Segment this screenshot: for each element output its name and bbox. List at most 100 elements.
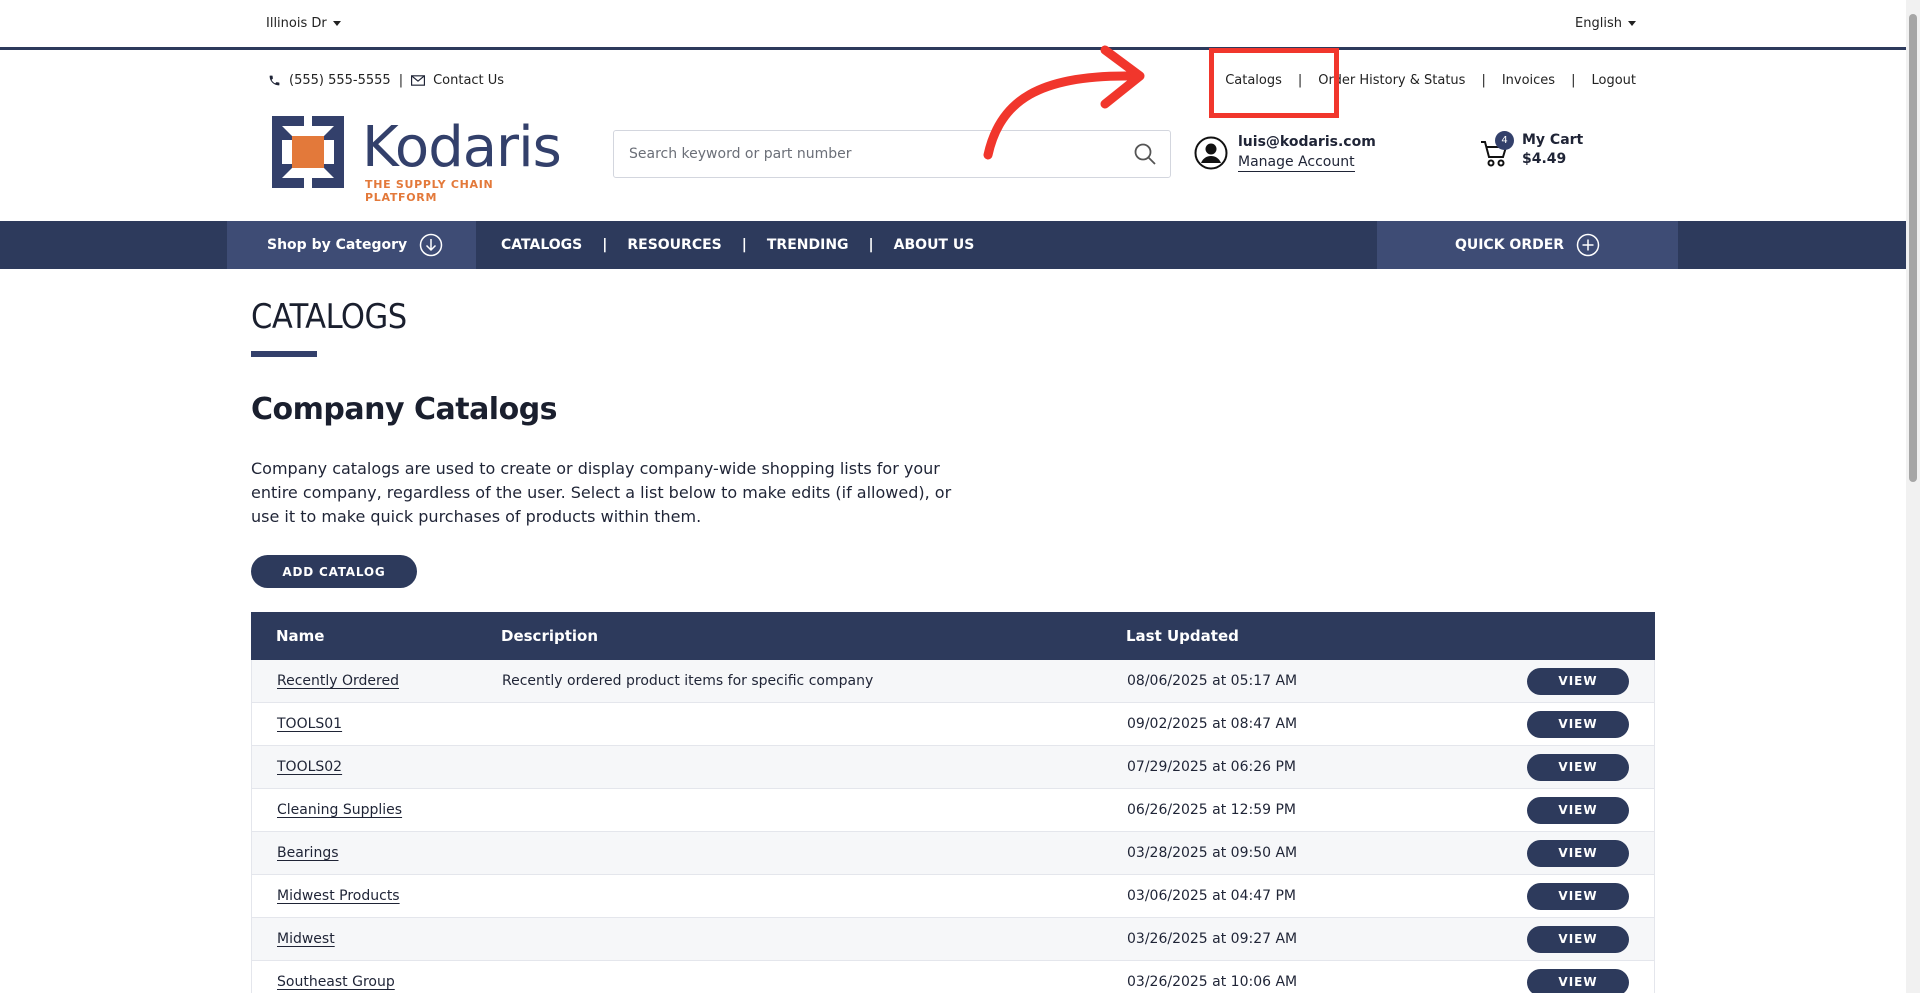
catalog-name-link[interactable]: Bearings: [277, 845, 339, 861]
catalog-name-cell: Southeast Group: [252, 974, 502, 990]
nav-resources[interactable]: RESOURCES: [627, 237, 721, 253]
cart-count-badge: 4: [1495, 130, 1514, 150]
catalog-name-link[interactable]: Midwest Products: [277, 888, 400, 904]
catalog-actions: VIEW: [1497, 968, 1654, 993]
account-text: luis@kodaris.com Manage Account: [1238, 134, 1376, 172]
header-name: Name: [276, 627, 325, 645]
table-row: Midwest Products 03/06/2025 at 04:47 PM VI…: [251, 875, 1655, 918]
caret-down-icon: [1628, 21, 1636, 26]
contact-bar: (555) 555-5555 | Contact Us: [268, 73, 504, 88]
logout-link[interactable]: Logout: [1591, 73, 1636, 88]
catalog-name-cell: Recently Ordered: [252, 673, 502, 689]
title-underline: [251, 351, 317, 357]
nav-links: CATALOGS | RESOURCES | TRENDING | ABOUT …: [501, 221, 974, 269]
table-row: Recently Ordered Recently ordered product…: [251, 660, 1655, 703]
catalog-actions: VIEW: [1497, 710, 1654, 738]
catalog-last-updated: 09/02/2025 at 08:47 AM: [1127, 716, 1298, 732]
site-header: (555) 555-5555 | Contact Us Catalogs | O…: [0, 50, 1906, 221]
separator: |: [602, 237, 608, 253]
phone-number[interactable]: (555) 555-5555: [289, 73, 391, 88]
account-menu[interactable]: luis@kodaris.com Manage Account: [1194, 134, 1376, 172]
nav-trending[interactable]: TRENDING: [767, 237, 849, 253]
catalog-last-updated: 03/26/2025 at 10:06 AM: [1127, 974, 1298, 990]
main-nav: Shop by Category CATALOGS | RESOURCES | …: [0, 221, 1906, 269]
separator: |: [1571, 73, 1576, 88]
catalog-name-link[interactable]: Southeast Group: [277, 974, 395, 990]
catalog-description: Recently ordered product items for speci…: [502, 673, 874, 689]
view-button[interactable]: VIEW: [1527, 839, 1629, 867]
language-label: English: [1575, 16, 1622, 31]
view-button[interactable]: VIEW: [1527, 925, 1629, 953]
section-title: Company Catalogs: [251, 392, 558, 427]
view-button[interactable]: VIEW: [1527, 968, 1629, 993]
language-selector[interactable]: English: [1575, 16, 1636, 31]
page-scrollbar[interactable]: [1906, 0, 1920, 993]
location-selector[interactable]: Illinois Dr: [266, 16, 341, 31]
view-button[interactable]: VIEW: [1527, 753, 1629, 781]
table-body: Recently Ordered Recently ordered product…: [251, 660, 1655, 993]
catalog-name-cell: Midwest Products: [252, 888, 502, 904]
cart-label: My Cart: [1522, 132, 1584, 148]
catalog-actions: VIEW: [1497, 753, 1654, 781]
contact-us-link[interactable]: Contact Us: [433, 73, 504, 88]
catalog-name-cell: Midwest: [252, 931, 502, 947]
view-button[interactable]: VIEW: [1527, 710, 1629, 738]
add-catalog-button[interactable]: ADD CATALOG: [251, 555, 417, 588]
location-label: Illinois Dr: [266, 16, 327, 31]
catalog-name-cell: TOOLS01: [252, 716, 502, 732]
table-header: Name Description Last Updated: [251, 612, 1655, 660]
table-row: Bearings 03/28/2025 at 09:50 AM VIEW: [251, 832, 1655, 875]
separator: |: [868, 237, 874, 253]
quick-order-button[interactable]: QUICK ORDER: [1377, 221, 1678, 269]
phone-icon: [269, 75, 280, 86]
catalog-name-cell: Cleaning Supplies: [252, 802, 502, 818]
catalog-last-updated: 03/28/2025 at 09:50 AM: [1127, 845, 1298, 861]
arrow-down-circle-icon: [419, 233, 443, 257]
catalog-name-link[interactable]: Midwest: [277, 931, 335, 947]
separator: |: [741, 237, 747, 253]
table-row: TOOLS02 07/29/2025 at 06:26 PM VIEW: [251, 746, 1655, 789]
header-last-updated: Last Updated: [1126, 627, 1239, 645]
catalog-name-link[interactable]: Cleaning Supplies: [277, 802, 402, 818]
table-row: Cleaning Supplies 06/26/2025 at 12:59 PM V…: [251, 789, 1655, 832]
account-email: luis@kodaris.com: [1238, 134, 1376, 150]
intro-text: Company catalogs are used to create or d…: [251, 459, 952, 526]
header-description: Description: [501, 627, 599, 645]
catalog-actions: VIEW: [1497, 796, 1654, 824]
cart-total: $4.49: [1522, 151, 1567, 167]
scrollbar-thumb[interactable]: [1909, 14, 1917, 482]
catalog-name-link[interactable]: Recently Ordered: [277, 673, 399, 689]
top-strip: Illinois Dr English: [0, 0, 1906, 50]
view-button[interactable]: VIEW: [1527, 667, 1629, 695]
caret-down-icon: [332, 21, 341, 26]
catalog-actions: VIEW: [1497, 667, 1654, 695]
table-row: TOOLS01 09/02/2025 at 08:47 AM VIEW: [251, 703, 1655, 746]
view-button[interactable]: VIEW: [1527, 796, 1629, 824]
user-icon: [1194, 136, 1228, 170]
annotation-arrow-icon: [983, 45, 1145, 160]
order-history-link[interactable]: Order History & Status: [1318, 73, 1465, 88]
catalog-actions: VIEW: [1497, 882, 1654, 910]
catalog-last-updated: 06/26/2025 at 12:59 PM: [1127, 802, 1296, 818]
manage-account-link[interactable]: Manage Account: [1238, 154, 1355, 172]
mail-icon: [411, 75, 426, 86]
catalog-name-cell: TOOLS02: [252, 759, 502, 775]
separator: |: [398, 73, 404, 88]
catalog-name-cell: Bearings: [252, 845, 502, 861]
nav-catalogs[interactable]: CATALOGS: [501, 237, 582, 253]
logo-wordmark: Kodaris: [362, 115, 562, 180]
catalog-last-updated: 03/26/2025 at 09:27 AM: [1127, 931, 1298, 947]
kodaris-logo[interactable]: Kodaris THE SUPPLY CHAIN PLATFORM: [272, 115, 568, 204]
catalog-actions: VIEW: [1497, 925, 1654, 953]
quick-order-label: QUICK ORDER: [1454, 237, 1565, 253]
invoices-link[interactable]: Invoices: [1502, 73, 1555, 88]
nav-about-us[interactable]: ABOUT US: [894, 237, 975, 253]
plus-circle-icon: [1576, 233, 1600, 257]
shop-by-category-button[interactable]: Shop by Category: [227, 221, 476, 269]
catalogs-table: Name Description Last Updated Recently O…: [251, 612, 1655, 993]
catalog-name-link[interactable]: TOOLS01: [277, 716, 342, 732]
catalog-name-link[interactable]: TOOLS02: [277, 759, 342, 775]
cart-widget[interactable]: 4 My Cart $4.49: [1480, 130, 1584, 167]
view-button[interactable]: VIEW: [1527, 882, 1629, 910]
separator: |: [1481, 73, 1486, 88]
